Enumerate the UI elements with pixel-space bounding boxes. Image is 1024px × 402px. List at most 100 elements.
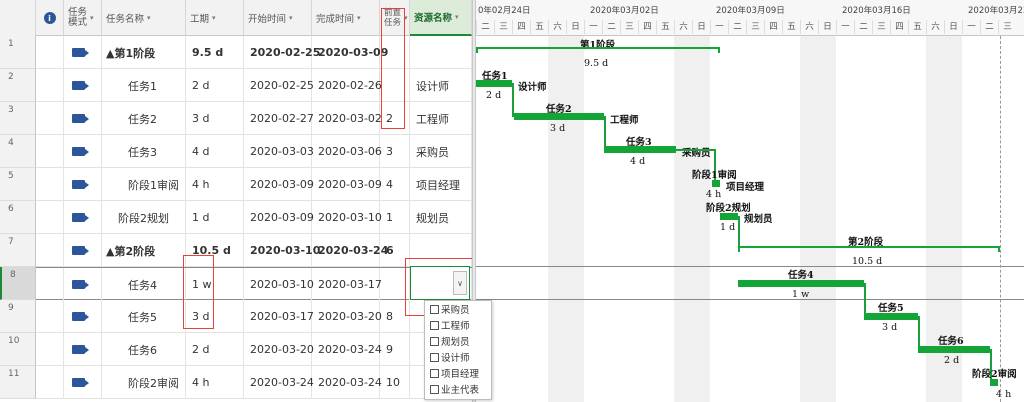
row-header[interactable]: 7	[0, 234, 36, 267]
predecessor-cell[interactable]	[380, 36, 410, 69]
task-name-cell[interactable]: 任务1	[102, 69, 186, 102]
info-cell[interactable]	[36, 333, 64, 366]
resource-option[interactable]: 业主代表	[425, 381, 491, 397]
mode-cell[interactable]	[64, 333, 102, 366]
duration-cell[interactable]: 1 d	[186, 201, 244, 234]
checkbox[interactable]	[430, 384, 439, 394]
row-header[interactable]: 1	[0, 36, 36, 69]
resource-option[interactable]: 采购员	[425, 301, 491, 317]
predecessor-cell[interactable]: 10	[380, 366, 410, 399]
mode-cell[interactable]	[64, 366, 102, 399]
start-cell[interactable]: 2020-03-09	[244, 168, 314, 201]
gantt-bar-t3[interactable]	[604, 146, 676, 153]
task-name-cell[interactable]: ▲第2阶段	[102, 234, 186, 267]
finish-cell[interactable]: 2020-03-06	[312, 135, 382, 168]
mode-cell[interactable]	[64, 36, 102, 69]
predecessor-cell[interactable]	[380, 268, 410, 301]
info-cell[interactable]	[36, 135, 64, 168]
finish-cell[interactable]: 2020-03-10	[312, 201, 382, 234]
row-header[interactable]: 9	[0, 300, 36, 333]
task-name-cell[interactable]: 阶段2规划	[102, 201, 186, 234]
table-row[interactable]: ▲第1阶段 9.5 d 2020-02-25 2020-03-09	[36, 36, 472, 69]
info-column-header[interactable]: i	[36, 0, 64, 36]
table-row[interactable]: ▲第2阶段 10.5 d 2020-03-10 2020-03-24 6	[36, 234, 472, 267]
finish-cell[interactable]: 2020-03-24	[312, 333, 382, 366]
predecessor-cell[interactable]: 9	[380, 333, 410, 366]
checkbox[interactable]	[430, 320, 439, 330]
predecessor-cell[interactable]	[380, 69, 410, 102]
gantt-bar-p2[interactable]	[720, 213, 738, 220]
gantt-bar-t4[interactable]	[738, 280, 864, 287]
resource-option[interactable]: 工程师	[425, 317, 491, 333]
info-cell[interactable]	[36, 300, 64, 333]
duration-cell[interactable]: 2 d	[186, 69, 244, 102]
resource-option[interactable]: 项目经理	[425, 365, 491, 381]
resource-name-combobox[interactable]: ∨	[410, 266, 470, 300]
predecessor-cell[interactable]: 4	[380, 168, 410, 201]
start-cell[interactable]: 2020-03-24	[244, 366, 314, 399]
info-cell[interactable]	[36, 102, 64, 135]
predecessor-cell[interactable]: 6	[380, 234, 410, 267]
task-name-cell[interactable]: ▲第1阶段	[102, 36, 186, 69]
task-name-cell[interactable]: 阶段2审阅	[102, 366, 186, 399]
duration-column-header[interactable]: 工期 ▾	[186, 0, 244, 36]
finish-cell[interactable]: 2020-03-24	[312, 366, 382, 399]
gantt-bar-t6[interactable]	[918, 346, 990, 353]
finish-cell[interactable]: 2020-03-17	[312, 268, 382, 301]
row-header[interactable]: 3	[0, 102, 36, 135]
name-column-header[interactable]: 任务名称 ▾	[102, 0, 186, 36]
predecessor-cell[interactable]: 2	[380, 102, 410, 135]
task-name-cell[interactable]: 任务6	[102, 333, 186, 366]
mode-cell[interactable]	[64, 300, 102, 333]
mode-cell[interactable]	[64, 201, 102, 234]
resource-cell[interactable]: 项目经理	[410, 168, 472, 201]
finish-cell[interactable]: 2020-02-26	[312, 69, 382, 102]
resource-cell[interactable]: 工程师	[410, 102, 472, 135]
info-cell[interactable]	[36, 366, 64, 399]
row-header[interactable]: 11	[0, 366, 36, 399]
task-name-cell[interactable]: 任务3	[102, 135, 186, 168]
select-all-corner[interactable]	[0, 0, 36, 36]
table-row[interactable]: 任务4 1 w 2020-03-10 2020-03-17	[36, 267, 472, 301]
finish-cell[interactable]: 2020-03-09	[312, 36, 388, 69]
predecessor-cell[interactable]: 8	[380, 300, 410, 333]
start-cell[interactable]: 2020-03-17	[244, 300, 314, 333]
gantt-bar-r1[interactable]	[712, 180, 720, 187]
table-row[interactable]: 阶段2规划 1 d 2020-03-09 2020-03-10 1 规划员	[36, 201, 472, 234]
info-cell[interactable]	[36, 36, 64, 69]
info-cell[interactable]	[36, 69, 64, 102]
start-cell[interactable]: 2020-03-20	[244, 333, 314, 366]
info-cell[interactable]	[36, 234, 64, 267]
task-name-cell[interactable]: 阶段1审阅	[102, 168, 186, 201]
duration-cell[interactable]: 4 h	[186, 366, 244, 399]
resource-cell[interactable]	[410, 234, 472, 267]
resource-option[interactable]: 规划员	[425, 333, 491, 349]
resource-cell[interactable]	[410, 36, 472, 69]
predecessor-column-header[interactable]: 前置 任务 ▾	[380, 0, 410, 36]
table-row[interactable]: 阶段1审阅 4 h 2020-03-09 2020-03-09 4 项目经理	[36, 168, 472, 201]
gantt-bar-t1[interactable]	[476, 80, 512, 87]
table-row[interactable]: 任务5 3 d 2020-03-17 2020-03-20 8	[36, 300, 472, 333]
mode-cell[interactable]	[64, 168, 102, 201]
start-cell[interactable]: 2020-03-03	[244, 135, 314, 168]
task-name-cell[interactable]: 任务2	[102, 102, 186, 135]
resource-cell[interactable]: 规划员	[410, 201, 472, 234]
gantt-bar-r2[interactable]	[990, 379, 998, 386]
info-cell[interactable]	[36, 201, 64, 234]
finish-cell[interactable]: 2020-03-20	[312, 300, 382, 333]
combobox-dropdown-button[interactable]: ∨	[453, 271, 467, 295]
mode-column-header[interactable]: 任务 模式 ▾	[64, 0, 102, 36]
mode-cell[interactable]	[64, 234, 102, 267]
duration-cell[interactable]: 4 h	[186, 168, 244, 201]
start-cell[interactable]: 2020-03-10	[244, 234, 320, 267]
table-row[interactable]: 任务6 2 d 2020-03-20 2020-03-24 9	[36, 333, 472, 366]
duration-cell[interactable]: 1 w	[186, 268, 244, 301]
table-row[interactable]: 任务3 4 d 2020-03-03 2020-03-06 3 采购员	[36, 135, 472, 168]
mode-cell[interactable]	[64, 102, 102, 135]
mode-cell[interactable]	[64, 268, 102, 301]
row-header[interactable]: 8	[0, 267, 36, 300]
finish-column-header[interactable]: 完成时间 ▾	[312, 0, 380, 36]
duration-cell[interactable]: 4 d	[186, 135, 244, 168]
finish-cell[interactable]: 2020-03-02	[312, 102, 382, 135]
info-cell[interactable]	[36, 168, 64, 201]
